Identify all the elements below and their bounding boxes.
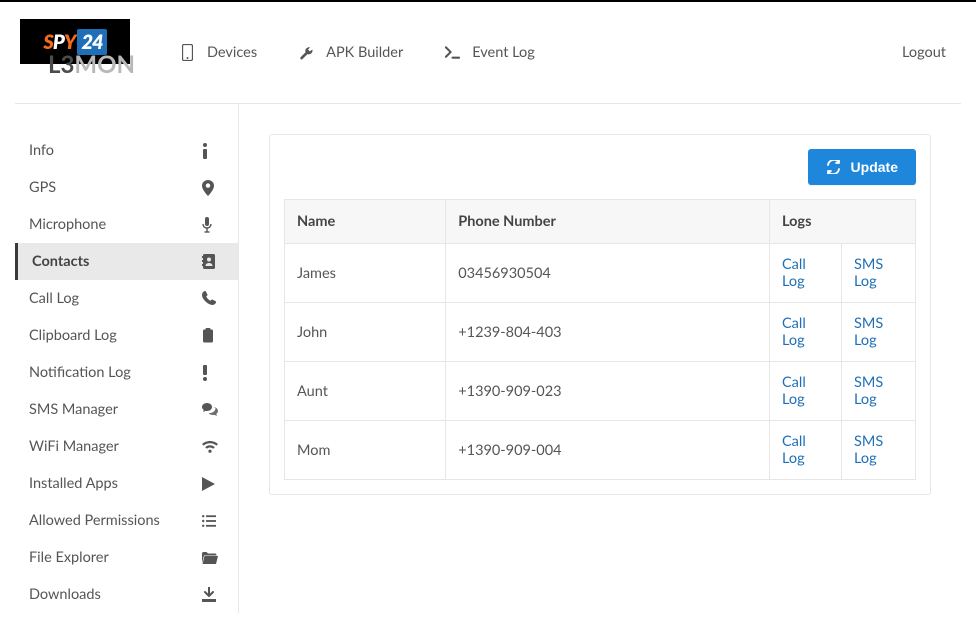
wrench-icon [299,44,314,62]
call-log-link[interactable]: Call Log [782,374,806,408]
sidebar-item-microphone[interactable]: Microphone [15,206,238,243]
microphone-icon [202,217,220,233]
refresh-icon [826,160,841,174]
cell-name: Aunt [285,362,446,421]
download-icon [202,587,220,602]
sidebar-item-label: Allowed Permissions [29,512,160,529]
table-row: Mom +1390-909-004 Call Log SMS Log [285,421,916,480]
cell-name: James [285,244,446,303]
sidebar-item-installed-apps[interactable]: Installed Apps [15,465,238,502]
nav-event-log[interactable]: Event Log [445,44,535,62]
brand: L3MON [48,50,135,79]
sidebar-item-notification-log[interactable]: Notification Log [15,354,238,391]
play-icon [202,477,220,491]
logout-label: Logout [902,44,946,61]
update-button[interactable]: Update [808,149,916,185]
nav-devices[interactable]: Devices [180,44,257,62]
address-book-icon [202,254,220,269]
sms-log-link[interactable]: SMS Log [854,433,883,467]
cell-name: John [285,303,446,362]
sidebar-item-contacts[interactable]: Contacts [15,243,238,280]
logout-link[interactable]: Logout [902,2,946,103]
nav-devices-label: Devices [207,44,257,61]
topnav: Devices APK Builder Event Log [180,2,577,103]
col-name: Name [285,200,446,244]
sidebar: Info GPS Microphone Contacts Call Log [15,104,239,613]
comments-icon [202,403,220,417]
sidebar-item-call-log[interactable]: Call Log [15,280,238,317]
cell-phone: +1239-804-403 [446,303,770,362]
nav-event-label: Event Log [472,44,535,61]
cell-phone: +1390-909-004 [446,421,770,480]
sidebar-item-label: Call Log [29,290,79,307]
sidebar-item-label: Clipboard Log [29,327,117,344]
brand-l3: L3 [48,50,74,79]
sidebar-item-info[interactable]: Info [15,132,238,169]
call-log-link[interactable]: Call Log [782,315,806,349]
table-row: John +1239-804-403 Call Log SMS Log [285,303,916,362]
call-log-link[interactable]: Call Log [782,256,806,290]
table-row: James 03456930504 Call Log SMS Log [285,244,916,303]
col-logs: Logs [770,200,916,244]
sidebar-item-gps[interactable]: GPS [15,169,238,206]
main: Update Name Phone Number Logs James 0345… [239,104,961,613]
sidebar-item-label: Contacts [32,253,89,270]
sidebar-item-wifi-manager[interactable]: WiFi Manager [15,428,238,465]
cell-name: Mom [285,421,446,480]
update-row: Update [284,149,916,185]
cell-phone: 03456930504 [446,244,770,303]
cell-phone: +1390-909-023 [446,362,770,421]
update-button-label: Update [851,159,898,175]
terminal-icon [445,44,460,62]
folder-open-icon [202,552,220,564]
sidebar-item-sms-manager[interactable]: SMS Manager [15,391,238,428]
sidebar-item-label: Installed Apps [29,475,118,492]
mobile-icon [180,44,195,62]
nav-apk-label: APK Builder [326,44,403,61]
info-icon [202,143,220,159]
sidebar-item-label: Downloads [29,586,101,603]
sidebar-item-label: GPS [29,179,56,196]
sms-log-link[interactable]: SMS Log [854,374,883,408]
clipboard-icon [202,328,220,343]
sidebar-item-downloads[interactable]: Downloads [15,576,238,613]
sms-log-link[interactable]: SMS Log [854,315,883,349]
map-marker-icon [202,180,220,196]
nav-apk-builder[interactable]: APK Builder [299,44,403,62]
sidebar-item-allowed-permissions[interactable]: Allowed Permissions [15,502,238,539]
sidebar-item-label: WiFi Manager [29,438,119,455]
exclamation-icon [202,365,220,381]
sidebar-item-label: Info [29,142,54,159]
list-icon [202,515,220,527]
sidebar-item-label: Microphone [29,216,106,233]
sidebar-item-label: SMS Manager [29,401,118,418]
call-log-link[interactable]: Call Log [782,433,806,467]
col-phone: Phone Number [446,200,770,244]
contacts-table: Name Phone Number Logs James 03456930504… [284,199,916,480]
wifi-icon [202,441,220,453]
brand-mon: MON [74,50,135,79]
sidebar-item-clipboard-log[interactable]: Clipboard Log [15,317,238,354]
sms-log-link[interactable]: SMS Log [854,256,883,290]
table-header-row: Name Phone Number Logs [285,200,916,244]
table-row: Aunt +1390-909-023 Call Log SMS Log [285,362,916,421]
contacts-card: Update Name Phone Number Logs James 0345… [269,134,931,495]
sidebar-item-label: File Explorer [29,549,109,566]
header: S P Y 24 L3MON Devices APK Builder Event… [15,2,961,104]
layout: Info GPS Microphone Contacts Call Log [15,104,961,613]
sidebar-item-label: Notification Log [29,364,131,381]
sidebar-item-file-explorer[interactable]: File Explorer [15,539,238,576]
phone-icon [202,291,220,306]
